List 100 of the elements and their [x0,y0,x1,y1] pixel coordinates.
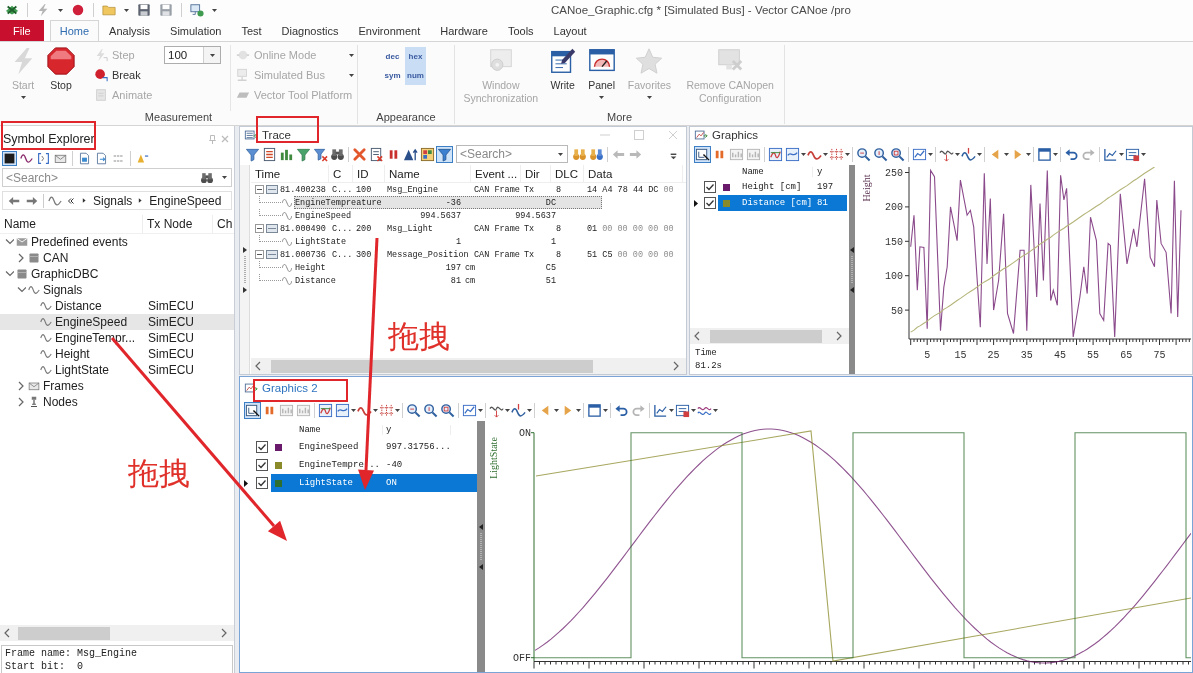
column-header[interactable]: Name [0,215,143,233]
square-icon[interactable] [2,151,17,166]
caret-icon[interactable] [1141,152,1146,156]
tree-item[interactable]: CAN [0,250,234,266]
save-icon[interactable] [137,3,151,17]
search-input[interactable]: <Search> [3,170,192,185]
document-arrow-icon[interactable] [94,151,109,166]
caret-icon[interactable] [58,8,63,12]
column-header[interactable]: ID [353,165,385,183]
wave-marker-icon[interactable] [960,145,977,163]
caret-icon[interactable] [558,152,563,156]
table-row[interactable]: 81.000490 C... 200 Msg_Light CAN Frame Tx 8 01 00 00 00 00 00 [251,222,686,235]
caret-icon[interactable] [222,176,227,179]
chart-pointer-icon[interactable] [694,145,711,163]
column-header[interactable]: Name [385,165,471,183]
chevron-right-icon[interactable] [672,361,681,371]
caret-icon[interactable] [713,408,718,412]
caret-icon[interactable] [505,408,510,412]
brackets-icon[interactable] [36,151,51,166]
checkbox[interactable] [256,441,268,453]
caret-icon[interactable] [955,152,960,156]
chevron-right-icon[interactable] [17,397,26,407]
color-grid-icon[interactable] [419,145,436,163]
ribbon-tab[interactable]: Home [49,20,100,41]
search-field[interactable]: <Search> [456,145,568,163]
checkbox[interactable] [256,459,268,471]
value-input[interactable]: 100 [165,47,203,63]
column-header[interactable]: Data [584,165,683,183]
column-header[interactable]: DLC [551,165,584,183]
logo-icon[interactable] [5,3,19,17]
line-chart-icon[interactable] [767,145,784,163]
caret-icon[interactable] [845,152,850,156]
chevron-right-icon[interactable] [17,253,26,263]
table-row[interactable]: 81.400238 C... 100 Msg_Engine CAN Frame Tx 8 14 A4 78 44 DC 00 [251,183,686,196]
stop-button[interactable]: Stop [44,45,78,92]
tree-item[interactable]: GraphicDBC [0,266,234,282]
table-row[interactable]: Distance 81 cm 51 [294,274,602,287]
chart-pointer-icon[interactable] [244,401,261,419]
caret-icon[interactable] [554,408,559,412]
wave-marker-icon[interactable] [510,401,527,419]
column-header[interactable]: y [383,424,451,435]
tree-item[interactable]: LightState SimECU [0,362,234,378]
zoom-icon[interactable] [422,401,439,419]
line-chart-icon[interactable] [317,401,334,419]
format-toggle[interactable]: hex [405,47,426,66]
caret-icon[interactable] [124,8,129,12]
column-header[interactable]: Name [295,424,383,435]
caret-icon[interactable] [212,8,217,12]
binoculars-icon[interactable] [200,170,214,185]
grip-icon[interactable] [479,523,483,570]
ribbon-tab[interactable]: Layout [543,20,597,41]
format-toggle[interactable]: dec [382,47,403,66]
scrollbar-thumb[interactable] [271,359,593,373]
tree-item[interactable]: EngineTempr... SimECU [0,330,234,346]
column-header[interactable]: Event ... [471,165,521,183]
column-header[interactable]: y [813,167,823,177]
file-tab[interactable]: File [0,20,44,41]
line-chart-icon[interactable] [334,401,351,419]
column-header[interactable]: Tx Node [143,215,213,233]
horizontal-scrollbar[interactable] [0,625,234,641]
value-combo[interactable]: 100 [164,46,221,64]
signal-row[interactable]: EngineSpeed 997.31756... [271,438,477,456]
caret-icon[interactable] [478,408,483,412]
search-input[interactable]: <Search> [457,146,558,162]
save-icon[interactable] [159,3,173,17]
ribbon-tab[interactable]: Simulation [160,20,232,41]
funnel-icon[interactable] [436,145,453,163]
table-row[interactable]: 81.000736 C... 300 Message_Position CAN Frame Tx 8 51 C5 00 00 00 00 [251,248,686,261]
window-icon[interactable] [1036,145,1053,163]
caret-icon[interactable] [395,408,400,412]
signal-row[interactable]: LightState ON [271,474,477,492]
network-icon[interactable] [190,3,204,17]
document-cross-icon[interactable] [368,145,385,163]
table-row[interactable]: LightState 1 1 [294,235,602,248]
caret-icon[interactable] [669,408,674,412]
triangle-right-icon[interactable] [80,196,89,205]
cross-icon[interactable] [351,145,368,163]
breadcrumb-item[interactable]: EngineSpeed [149,193,222,208]
scrollbar-thumb[interactable] [18,626,110,640]
minus-box-icon[interactable] [255,185,264,194]
ribbon-tab[interactable]: Hardware [430,20,498,41]
format-toggle[interactable]: num [405,66,426,85]
caret-icon[interactable] [373,408,378,412]
wave-icon[interactable] [48,193,62,208]
column-header[interactable]: C [329,165,353,183]
record-icon[interactable] [71,3,85,17]
tree-item[interactable]: Nodes [0,394,234,410]
chevron-right-icon[interactable] [835,331,844,341]
signal-row[interactable]: Distance [cm] 81 [718,195,847,211]
break-button[interactable]: Break [92,65,160,85]
caret-icon[interactable] [691,408,696,412]
caret-icon[interactable] [527,408,532,412]
caret-icon[interactable] [603,408,608,412]
column-header[interactable]: Ch [213,215,234,233]
line-chart-icon[interactable] [784,145,801,163]
column-header[interactable]: Time [251,165,329,183]
window-icon[interactable] [586,401,603,419]
table-row[interactable]: EngineSpeed 994.5637 994.5637 [294,209,602,222]
signal-row[interactable]: Height [cm] 197 [718,179,847,195]
search-field[interactable]: <Search> [2,168,232,187]
